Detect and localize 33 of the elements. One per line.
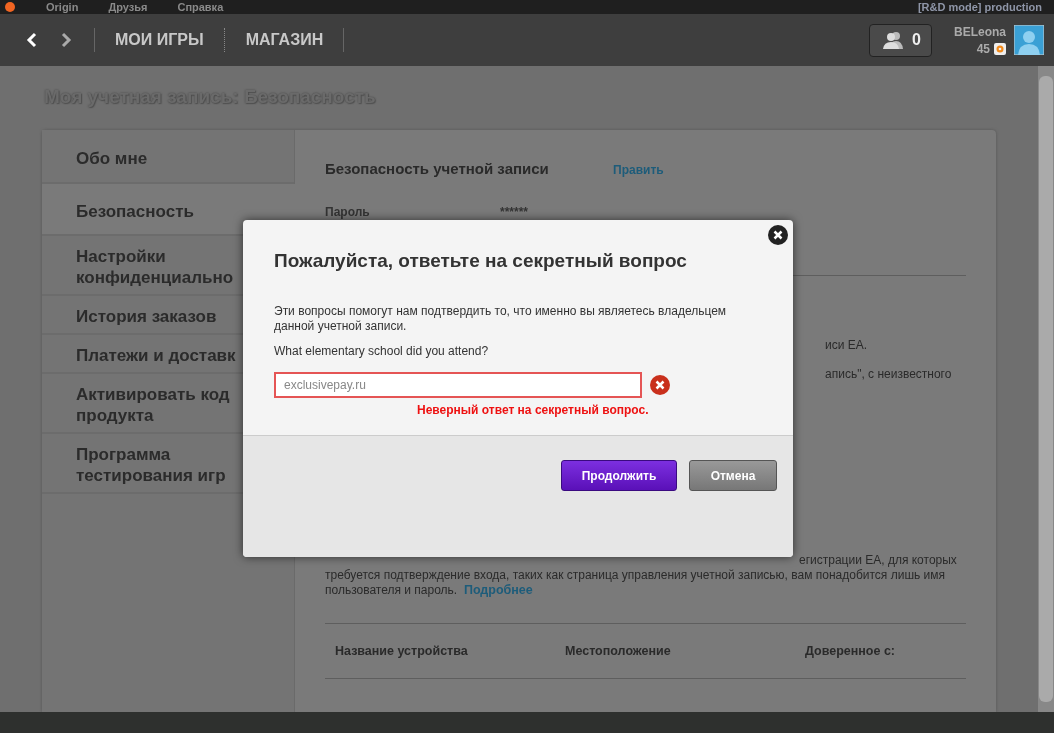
mode-label: [R&D mode] production — [917, 1, 1042, 13]
column-header: Доверенное с: — [805, 644, 897, 658]
points-icon — [994, 42, 1006, 55]
menu-item[interactable]: Друзья — [108, 1, 148, 13]
username[interactable]: BELeona — [954, 24, 1006, 39]
cancel-button[interactable]: Отмена — [689, 460, 777, 491]
body-text: апись", с неизвестного — [825, 367, 953, 381]
scrollbar[interactable] — [1038, 66, 1054, 712]
logo-icon — [4, 1, 16, 13]
body-text: егистрации EA, для которых — [798, 553, 958, 568]
continue-button[interactable]: Продолжить — [561, 460, 677, 491]
column-header: Название устройства — [335, 644, 469, 658]
body-text: требуется подтверждение входа, таких как страница управления учетной записью, вам понадобится лишь имя — [325, 568, 947, 583]
nav-link[interactable]: МОИ ИГРЫ — [115, 31, 204, 49]
menu-item[interactable]: Справка — [177, 1, 224, 13]
body-text: иси EA. — [825, 338, 869, 352]
column-header: Местоположение — [565, 644, 672, 658]
menu-item[interactable]: Origin — [46, 1, 79, 13]
answer-field[interactable]: exclusivepay.ru — [274, 372, 642, 398]
back-icon[interactable] — [26, 32, 38, 48]
people-icon — [882, 31, 905, 49]
section-title: Безопасность учетной записи — [325, 160, 550, 177]
points-count: 45 — [976, 41, 990, 56]
error-message: Неверный ответ на секретный вопрос. — [417, 403, 650, 417]
sidebar-item[interactable]: Безопасность — [42, 184, 295, 236]
error-icon — [650, 375, 670, 395]
forward-icon[interactable] — [60, 32, 72, 48]
password-label: Пароль — [325, 205, 371, 219]
nav-link[interactable]: МАГАЗИН — [245, 31, 324, 49]
friends-button[interactable]: 0 — [869, 23, 932, 57]
password-value: ****** — [500, 205, 529, 219]
body-text: пользователя и пароль. — [325, 583, 458, 597]
close-icon[interactable] — [768, 225, 788, 245]
